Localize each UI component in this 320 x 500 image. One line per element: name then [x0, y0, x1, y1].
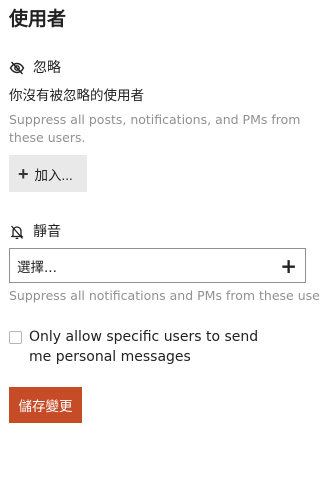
muted-users-chooser[interactable]: 選擇... + — [9, 248, 306, 283]
ignored-users-description: Suppress all posts, notifications, and P… — [9, 112, 301, 145]
ignored-users-heading: 忽略 — [33, 60, 61, 76]
muted-users-heading: 靜音 — [33, 224, 61, 240]
plus-icon: + — [18, 163, 29, 184]
page-title: 使用者 — [9, 8, 67, 30]
bell-slash-icon — [9, 224, 25, 240]
allow-specific-users-checkbox[interactable] — [9, 331, 22, 344]
plus-icon: + — [280, 253, 297, 278]
eye-slash-icon — [9, 60, 25, 76]
muted-users-chooser-placeholder: 選擇... — [17, 259, 57, 276]
allow-specific-users-label[interactable]: Only allow specific users to send me per… — [29, 327, 279, 367]
allow-specific-users-option[interactable]: Only allow specific users to send me per… — [9, 327, 279, 367]
add-ignored-user-button[interactable]: + 加入... — [9, 155, 87, 192]
muted-users-header: 靜音 — [9, 223, 61, 241]
muted-users-description: Suppress all notifications and PMs from … — [9, 288, 320, 303]
ignored-users-header: 忽略 — [9, 59, 61, 77]
add-ignored-user-label: 加入... — [34, 167, 73, 183]
ignored-users-status: 你沒有被忽略的使用者 — [9, 88, 144, 104]
save-changes-button[interactable]: 儲存變更 — [9, 387, 82, 423]
